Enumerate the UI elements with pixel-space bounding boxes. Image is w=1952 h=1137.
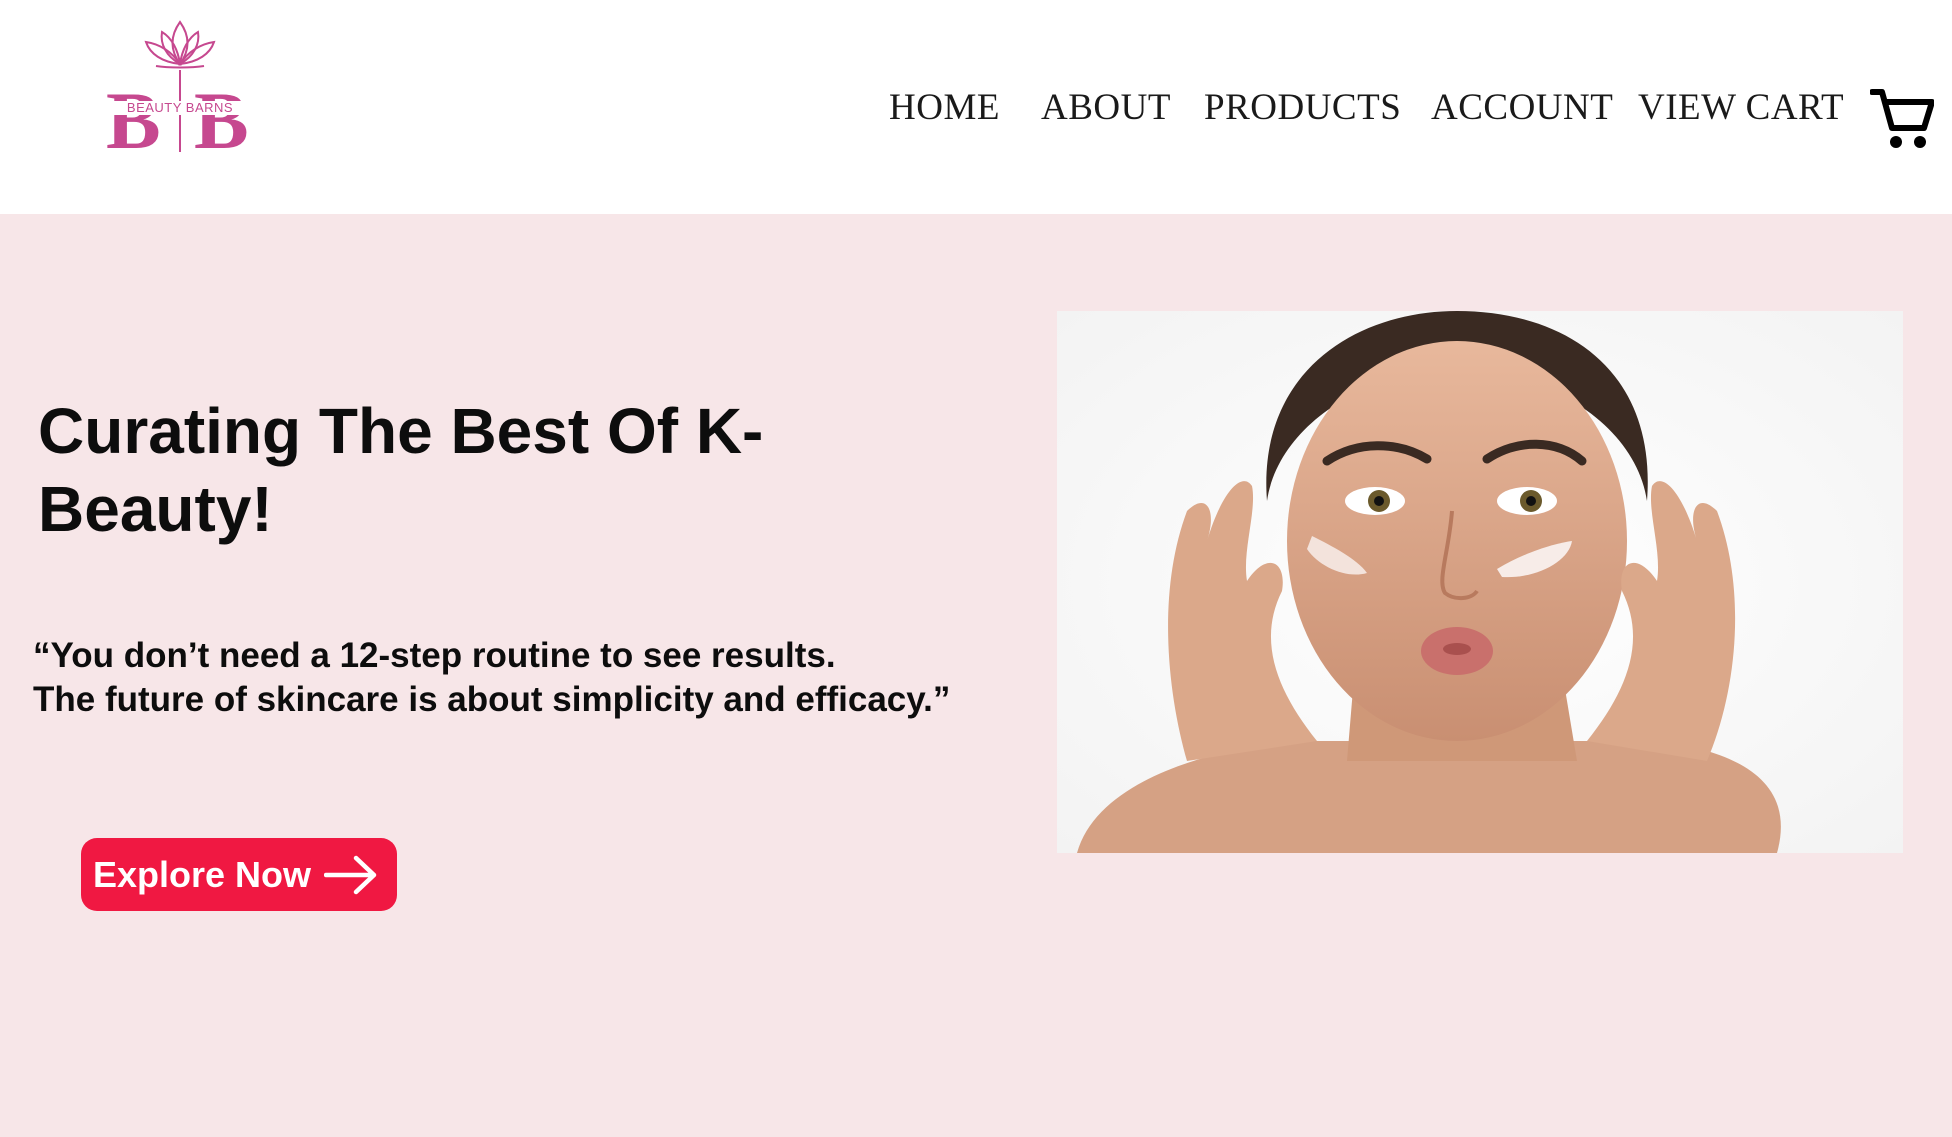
explore-now-label: Explore Now: [93, 854, 312, 895]
hero-quote: “You don’t need a 12-step routine to see…: [33, 634, 1033, 722]
hero-quote-line: “You don’t need a 12-step routine to see…: [33, 636, 836, 675]
nav-view-cart[interactable]: VIEW CART: [1638, 86, 1844, 130]
main-nav: HOME ABOUT PRODUCTS ACCOUNT VIEW CART: [0, 86, 1952, 130]
shopping-cart-icon[interactable]: [1870, 86, 1934, 152]
arrow-right-icon: [324, 855, 377, 895]
nav-account[interactable]: ACCOUNT: [1431, 86, 1613, 130]
hero-photo: [1057, 311, 1903, 853]
nav-about[interactable]: ABOUT: [1041, 86, 1171, 130]
site-header: B B BEAUTY BARNS HOME ABOUT PRODUCTS ACC…: [0, 0, 1952, 214]
woman-applying-cream-photo: [1057, 311, 1903, 853]
hero-title: Curating The Best Of K-Beauty!: [38, 395, 764, 545]
nav-home[interactable]: HOME: [889, 86, 1000, 130]
nav-products[interactable]: PRODUCTS: [1204, 86, 1401, 130]
explore-now-button[interactable]: Explore Now: [81, 838, 397, 911]
brand-logo[interactable]: B B BEAUTY BARNS: [100, 8, 270, 158]
hero-quote-line: The future of skincare is about simplici…: [33, 680, 951, 719]
lotus-logo-icon: B B: [106, 20, 249, 158]
